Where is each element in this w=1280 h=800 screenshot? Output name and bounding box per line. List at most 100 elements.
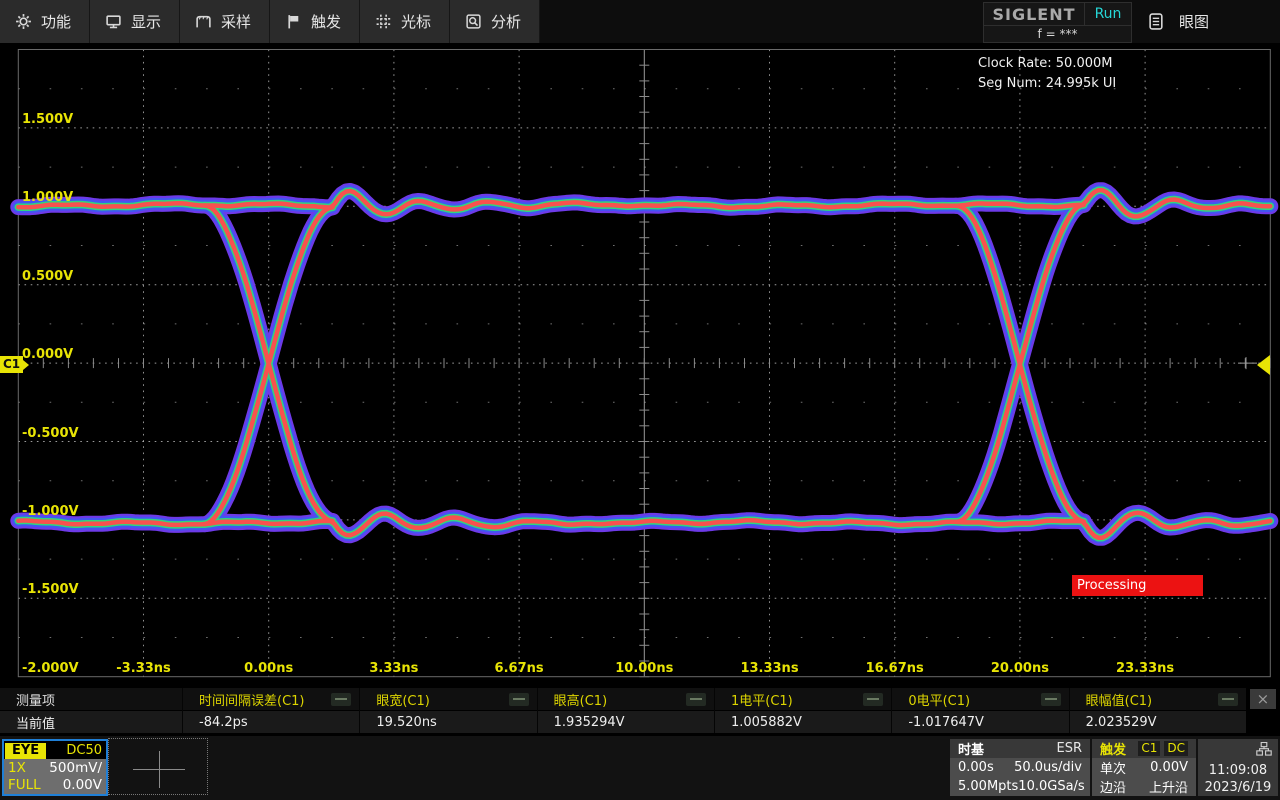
trigger-level: 0.00V (1150, 760, 1188, 775)
measure-column-one-level: 1电平(C1) 1.005882V (714, 688, 891, 733)
v-axis-label: 0.500V (22, 269, 73, 284)
trigger-coupling: DC (1164, 741, 1188, 756)
menu-item-display[interactable]: 显示 (90, 0, 180, 43)
empty-channel-slot[interactable] (108, 738, 208, 795)
t-axis-label: 10.00ns (615, 661, 673, 676)
t-axis-label: 13.33ns (740, 661, 798, 676)
menu-item-cursor[interactable]: 光标 (360, 0, 450, 43)
v-axis-label: -2.000V (22, 661, 79, 676)
menu-item-label: 显示 (131, 11, 161, 32)
remove-measure-button[interactable] (863, 693, 883, 706)
measure-row-value-label: 当前值 (0, 711, 182, 733)
channel-descriptor-box[interactable]: EYE DC50 1X 500mV/ FULL 0.00V (2, 739, 108, 796)
trigger-slope: 上升沿 (1149, 777, 1188, 796)
timebase-scale: 50.0us/div (1014, 760, 1082, 775)
v-axis-label: 1.500V (22, 112, 73, 127)
trigger-level-marker[interactable] (1257, 355, 1270, 375)
gear-icon (15, 13, 32, 30)
measure-column-eye-width: 眼宽(C1) 19.520ns (359, 688, 536, 733)
eye-diagram-menu[interactable]: 眼图 (1148, 0, 1209, 43)
remove-measure-button[interactable] (1041, 693, 1061, 706)
v-axis-label: 1.000V (22, 190, 73, 205)
measure-value: 2.023529V (1070, 711, 1246, 733)
menu-item-label: 采样 (221, 11, 251, 32)
trigger-panel[interactable]: 触发 C1 DC 单次 0.00V 边沿 上升沿 (1092, 739, 1196, 796)
menu-item-label: 功能 (41, 11, 71, 32)
menu-bar: 功能 显示 采样 (0, 0, 1280, 44)
measure-header: 眼宽(C1) (376, 690, 430, 709)
v-axis-label: -0.500V (22, 426, 79, 441)
measure-row-header: 测量项 (0, 688, 182, 710)
menu-item-acquire[interactable]: 采样 (180, 0, 270, 43)
measurement-table: 测量项 当前值 时间间隔误差(C1) -84.2ps 眼宽(C1) 19.520… (0, 688, 1280, 733)
remove-measure-button[interactable] (686, 693, 706, 706)
remove-measure-button[interactable] (331, 693, 351, 706)
menu-items: 功能 显示 采样 (0, 0, 540, 43)
run-status[interactable]: Run (1084, 3, 1131, 25)
timebase-mode: ESR (1057, 741, 1083, 756)
brand-logo: SIGLENT (984, 5, 1084, 24)
measure-header: 1电平(C1) (731, 690, 793, 709)
measure-header: 眼幅值(C1) (1086, 690, 1153, 709)
brand-box: SIGLENT Run f = *** (983, 2, 1132, 43)
trigger-title: 触发 (1100, 739, 1126, 758)
display-icon (105, 13, 122, 30)
seg-num-text: Seg Num: 24.995k UI (978, 74, 1116, 94)
vertical-offset: 0.00V (63, 777, 102, 793)
measure-column-eye-amplitude: 眼幅值(C1) 2.023529V (1069, 688, 1246, 733)
datetime-panel: 11:09:08 2023/6/19 (1198, 739, 1278, 796)
timebase-title: 时基 (958, 739, 984, 758)
analysis-icon (465, 13, 482, 30)
status-date: 2023/6/19 (1198, 780, 1278, 795)
notes-icon (1148, 13, 1165, 30)
close-table-button[interactable]: × (1250, 689, 1276, 709)
measure-value: -84.2ps (183, 711, 359, 733)
remove-measure-button[interactable] (1218, 693, 1238, 706)
crosshair-icon (159, 751, 160, 788)
trigger-type: 边沿 (1100, 777, 1126, 796)
menu-item-function[interactable]: 功能 (0, 0, 90, 43)
t-axis-label: 23.33ns (1116, 661, 1174, 676)
clock-info: Clock Rate: 50.000M Seg Num: 24.995k UI (978, 54, 1116, 94)
measure-value: 1.935294V (538, 711, 714, 733)
measure-header: 眼高(C1) (554, 690, 608, 709)
v-axis-label: -1.000V (22, 504, 79, 519)
trigger-flag-icon (285, 13, 302, 30)
t-axis-label: 6.67ns (495, 661, 544, 676)
t-axis-label: -3.33ns (116, 661, 170, 676)
trigger-source: C1 (1138, 741, 1160, 756)
channel-name-badge: EYE (5, 743, 46, 759)
bandwidth-limit: FULL (8, 777, 41, 793)
timebase-panel[interactable]: 时基 ESR 0.00s 50.0us/div 5.00Mpts 10.0GSa… (950, 739, 1090, 796)
menu-item-trigger[interactable]: 触发 (270, 0, 360, 43)
measure-header: 0电平(C1) (908, 690, 970, 709)
measure-header: 时间间隔误差(C1) (199, 690, 305, 709)
v-axis-label: -1.500V (22, 582, 79, 597)
vertical-scale: 500mV/ (49, 760, 102, 776)
measure-label-column: 测量项 当前值 (0, 688, 182, 733)
status-time: 11:09:08 (1198, 763, 1278, 778)
probe-attenuation: 1X (8, 760, 26, 776)
graticule-area: 1.500V1.000V0.500V0.000V-0.500V-1.000V-1… (0, 44, 1280, 688)
menu-item-label: 分析 (491, 11, 521, 32)
t-axis-label: 0.00ns (244, 661, 293, 676)
menu-item-analysis[interactable]: 分析 (450, 0, 540, 43)
t-axis-label: 3.33ns (369, 661, 418, 676)
channel-coupling: DC50 (66, 743, 102, 758)
trigger-mode: 单次 (1100, 758, 1126, 777)
sample-rate: 10.0GSa/s (1018, 779, 1084, 794)
measure-value: 19.520ns (360, 711, 536, 733)
network-icon[interactable] (1256, 742, 1272, 756)
measure-value: 1.005882V (715, 711, 891, 733)
menu-item-label: 触发 (311, 11, 341, 32)
t-axis-label: 20.00ns (991, 661, 1049, 676)
freq-readout: f = *** (984, 25, 1131, 42)
clock-rate-text: Clock Rate: 50.000M (978, 54, 1116, 74)
t-axis-label: 16.67ns (866, 661, 924, 676)
channel-level-marker[interactable]: C1 (0, 356, 23, 373)
measure-column-tie: 时间间隔误差(C1) -84.2ps (182, 688, 359, 733)
remove-measure-button[interactable] (509, 693, 529, 706)
timebase-delay: 0.00s (958, 760, 994, 775)
oscilloscope-screen: 功能 显示 采样 (0, 0, 1280, 800)
cursor-grid-icon (375, 13, 392, 30)
